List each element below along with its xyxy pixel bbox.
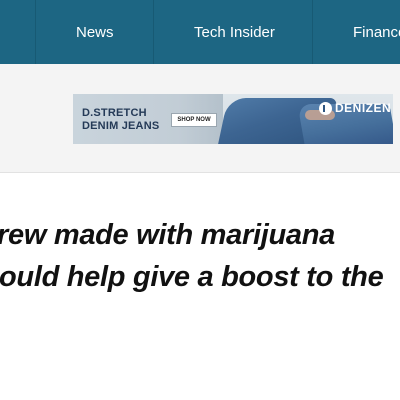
headline-line-2: ould help give a boost to the <box>0 261 384 293</box>
advertisement-strip: D.STRETCH DENIM JEANS SHOP NOW DENIZEN <box>0 64 400 173</box>
denizen-logo-icon <box>319 101 332 115</box>
nav-divider <box>312 0 313 64</box>
ad-shop-now-button[interactable]: SHOP NOW <box>171 113 217 127</box>
top-navigation-bar: News Tech Insider Finance <box>0 0 400 64</box>
nav-item-finance[interactable]: Finance <box>353 0 400 64</box>
ad-brand-line-2: DENIM JEANS <box>82 120 160 132</box>
ad-logo-text: DENIZEN <box>335 101 392 115</box>
ad-banner[interactable]: D.STRETCH DENIM JEANS SHOP NOW DENIZEN <box>73 94 393 144</box>
article-headline: rew made with marijuana ould help give a… <box>0 214 400 298</box>
nav-item-tech-insider[interactable]: Tech Insider <box>194 0 275 64</box>
ad-logo: DENIZEN <box>319 99 391 117</box>
nav-item-news[interactable]: News <box>76 0 114 64</box>
headline-line-1: rew made with marijuana <box>0 219 335 251</box>
page: News Tech Insider Finance D.STRETCH DENI… <box>0 0 400 400</box>
ad-brand-line-1: D.STRETCH <box>82 107 147 119</box>
nav-divider <box>153 0 154 64</box>
nav-divider <box>35 0 36 64</box>
